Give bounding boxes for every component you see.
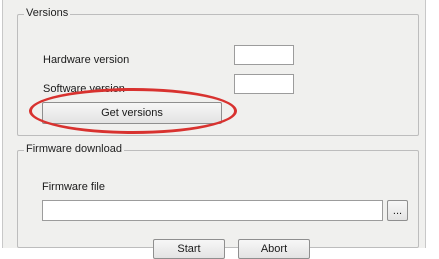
abort-button[interactable]: Abort	[238, 239, 310, 259]
start-button[interactable]: Start	[153, 239, 225, 259]
firmware-file-label: Firmware file	[42, 181, 105, 193]
hardware-version-field[interactable]	[234, 45, 294, 65]
firmware-file-field[interactable]	[42, 200, 383, 221]
get-versions-button[interactable]: Get versions	[42, 102, 222, 124]
firmware-download-group-title: Firmware download	[24, 143, 124, 155]
app-window: Versions Hardware version Software versi…	[2, 0, 426, 259]
hardware-version-label: Hardware version	[43, 54, 130, 66]
browse-button[interactable]: ...	[387, 200, 408, 221]
versions-group: Versions Hardware version Software versi…	[17, 7, 419, 136]
software-version-label: Software version	[43, 83, 125, 95]
versions-group-title: Versions	[24, 7, 71, 19]
firmware-download-group: Firmware download Firmware file ... Star…	[17, 143, 419, 259]
software-version-field[interactable]	[234, 74, 294, 94]
